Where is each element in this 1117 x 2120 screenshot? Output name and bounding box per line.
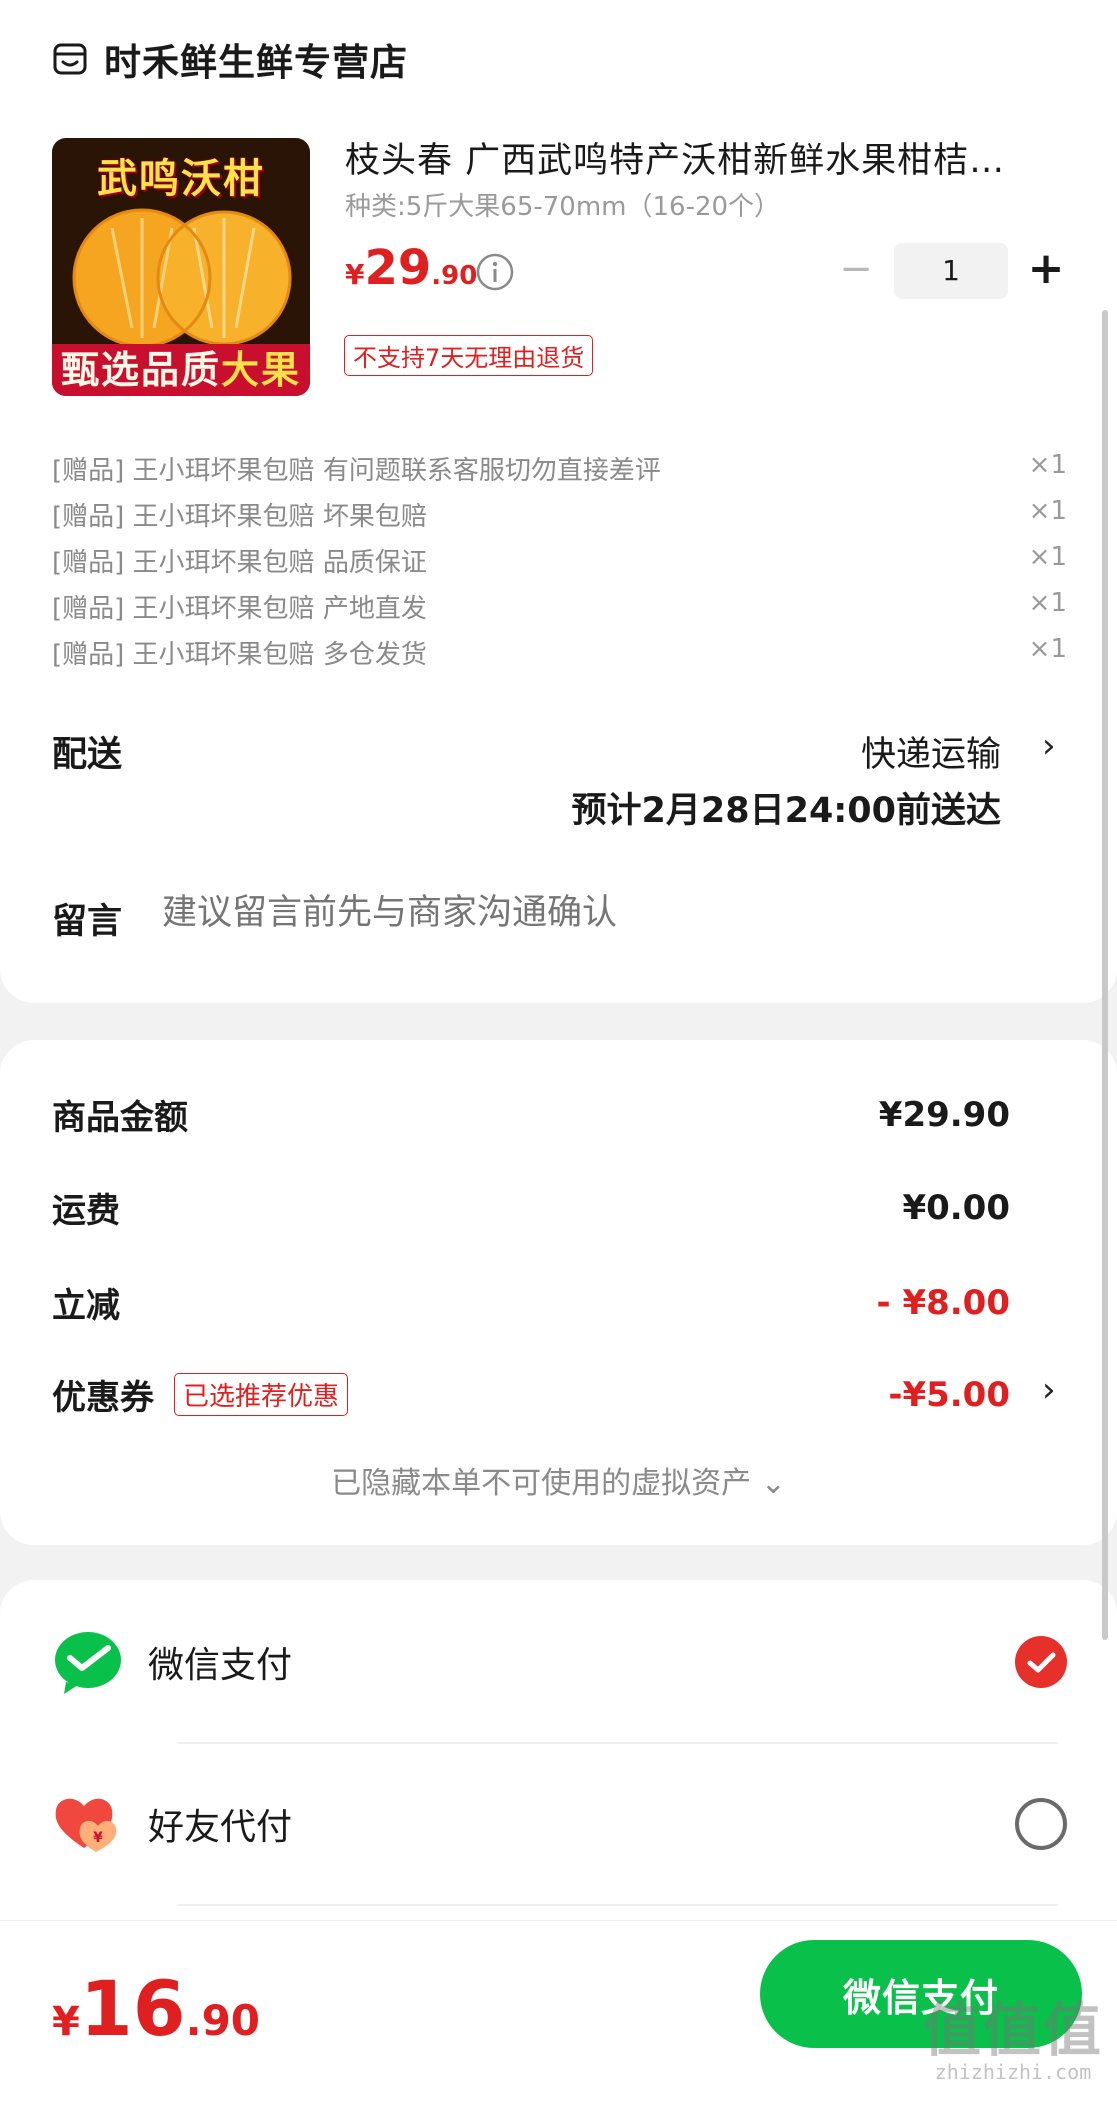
price-symbol: ¥ (345, 258, 365, 291)
decrease-quantity-button[interactable]: − (836, 249, 876, 293)
product-spec[interactable]: 种类:5斤大果65-70mm（16-20个） (345, 186, 780, 223)
coupon-row[interactable]: 优惠券 已选推荐优惠 -¥5.00 (52, 1370, 1010, 1419)
product-image-title: 武鸣沃柑 (97, 156, 265, 202)
goods-amount-row: 商品金额 ¥29.90 (52, 1090, 1010, 1139)
shipping-eta: 预计2月28日24:00前送达 (571, 791, 1001, 831)
gift-qty: ×1 (1028, 496, 1067, 526)
product-image[interactable]: 武鸣沃柑 甄选品质大果 (52, 138, 310, 396)
return-policy-badge: 不支持7天无理由退货 (344, 335, 594, 376)
gift-qty: ×1 (1028, 588, 1067, 618)
gift-item: [赠品] 王小珥坏果包赔 有问题联系客服切勿直接差评 ×1 (52, 450, 1067, 496)
wechat-pay-selected-check-icon[interactable] (1015, 1636, 1067, 1688)
total-integer: 16 (79, 1964, 186, 2053)
friend-pay-label: 好友代付 (148, 1807, 293, 1848)
message-input[interactable] (162, 893, 862, 933)
gift-label: [赠品] 王小珥坏果包赔 产地直发 (52, 594, 427, 624)
quantity-stepper: − 1 + (836, 243, 1066, 299)
gift-label: [赠品] 王小珥坏果包赔 品质保证 (52, 548, 427, 578)
quantity-field[interactable]: 1 (894, 243, 1008, 299)
gift-label: [赠品] 王小珥坏果包赔 多仓发货 (52, 640, 427, 670)
friend-pay-heart-icon: ¥ (55, 1798, 117, 1852)
shop-header[interactable]: 时禾鲜生鲜专营店 (52, 32, 408, 86)
coupon-label: 优惠券 (52, 1378, 154, 1418)
total-symbol: ¥ (52, 1999, 80, 2045)
banner-text-b: 大果 (221, 348, 302, 392)
product-title[interactable]: 枝头春 广西武鸣特产沃柑新鲜水果柑桔… (345, 132, 1045, 183)
gift-item: [赠品] 王小珥坏果包赔 多仓发货 ×1 (52, 634, 1067, 680)
product-price: ¥ 29 .90 (345, 240, 477, 296)
gift-qty: ×1 (1028, 542, 1067, 572)
payment-divider (178, 1742, 1058, 1744)
discount-value: - ¥8.00 (876, 1282, 1011, 1323)
wechat-pay-option[interactable]: 微信支付 (52, 1622, 1067, 1702)
goods-amount-value: ¥29.90 (878, 1094, 1010, 1135)
coupon-value: -¥5.00 (888, 1374, 1010, 1415)
svg-text:¥: ¥ (93, 1830, 103, 1846)
gift-list: [赠品] 王小珥坏果包赔 有问题联系客服切勿直接差评 ×1 [赠品] 王小珥坏果包… (52, 450, 1067, 680)
product-image-banner: 甄选品质大果 (52, 344, 310, 396)
gift-item: [赠品] 王小珥坏果包赔 品质保证 ×1 (52, 542, 1067, 588)
watermark-url: zhizhizhi.com (934, 2060, 1092, 2084)
orange-fruit-image (72, 208, 292, 348)
discount-row: 立减 - ¥8.00 (52, 1278, 1010, 1327)
total-decimal: .90 (185, 1996, 261, 2045)
discount-label: 立减 (52, 1286, 120, 1326)
watermark-logo: 值值值 (922, 1996, 1103, 2064)
freight-label: 运费 (52, 1191, 120, 1231)
payment-divider (178, 1904, 1058, 1906)
gift-item: [赠品] 王小珥坏果包赔 坏果包赔 ×1 (52, 496, 1067, 542)
shop-name: 时禾鲜生鲜专营店 (104, 41, 408, 84)
gift-label: [赠品] 王小珥坏果包赔 坏果包赔 (52, 502, 427, 532)
freight-row: 运费 ¥0.00 (52, 1183, 1010, 1232)
coupon-label-group: 优惠券 已选推荐优惠 (52, 1370, 349, 1419)
increase-quantity-button[interactable]: + (1026, 247, 1066, 293)
price-decimal: .90 (431, 261, 478, 291)
banner-text-a: 甄选品质 (60, 348, 221, 392)
wechat-pay-label: 微信支付 (148, 1645, 293, 1686)
wechat-pay-icon (55, 1632, 121, 1694)
shipping-chevron-right-icon[interactable]: › (1042, 726, 1056, 766)
gift-label: [赠品] 王小珥坏果包赔 有问题联系客服切勿直接差评 (52, 456, 661, 486)
gift-item: [赠品] 王小珥坏果包赔 产地直发 ×1 (52, 588, 1067, 634)
freight-value: ¥0.00 (902, 1187, 1010, 1228)
goods-amount-label: 商品金额 (52, 1098, 188, 1138)
total-amount: ¥ 16 .90 (52, 1964, 260, 2053)
watermark: 值值值 zhizhizhi.com (923, 2000, 1103, 2084)
coupon-chevron-right-icon[interactable]: › (1042, 1370, 1056, 1410)
price-integer: 29 (364, 240, 432, 296)
message-label: 留言 (52, 902, 123, 942)
hidden-assets-toggle[interactable]: 已隐藏本单不可使用的虚拟资产 ⌄ (0, 1458, 1117, 1502)
store-icon (53, 43, 87, 75)
shipping-label: 配送 (52, 735, 123, 775)
shipping-method[interactable]: 快递运输 (861, 726, 1001, 777)
info-icon[interactable] (475, 252, 515, 292)
gift-qty: ×1 (1028, 450, 1067, 480)
gift-qty: ×1 (1028, 634, 1067, 664)
friend-pay-option[interactable]: ¥ 好友代付 (52, 1784, 1067, 1864)
coupon-tag: 已选推荐优惠 (174, 1373, 349, 1416)
friend-pay-radio[interactable] (1015, 1798, 1067, 1850)
scrollbar[interactable] (1102, 310, 1108, 1640)
